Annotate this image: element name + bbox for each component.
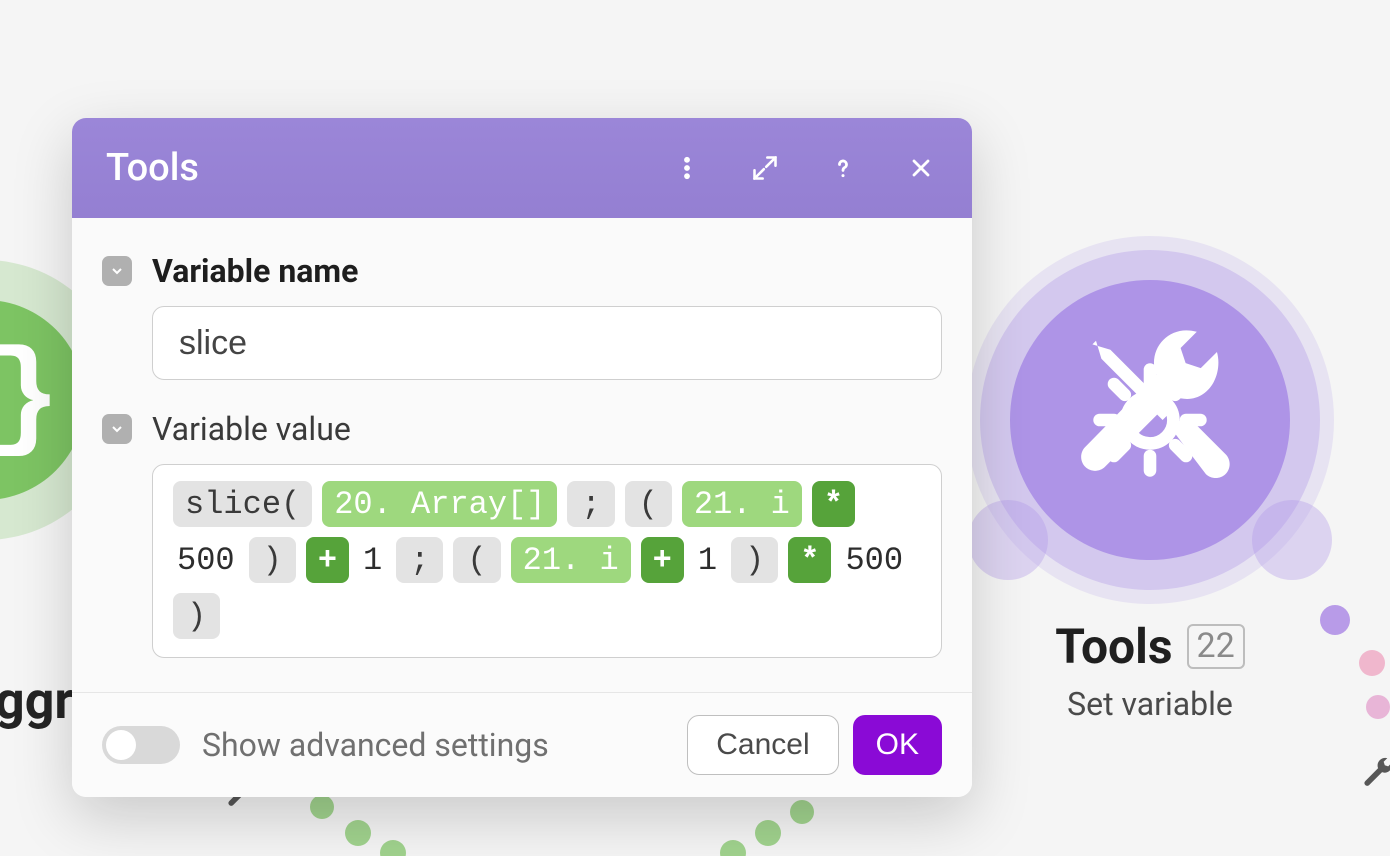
- advanced-settings-toggle[interactable]: [102, 726, 180, 764]
- flow-dot: [1366, 695, 1390, 719]
- expr-token-ref[interactable]: 20. Array[]: [322, 481, 557, 527]
- more-icon[interactable]: [670, 151, 704, 185]
- variable-name-label: Variable name: [152, 252, 358, 290]
- tools-node-circle[interactable]: [1010, 280, 1290, 560]
- collapse-toggle-variable-name[interactable]: [102, 256, 132, 286]
- variable-value-label: Variable value: [152, 410, 351, 448]
- dialog-header: Tools: [72, 118, 972, 218]
- flow-dot: [720, 840, 746, 856]
- dialog-title: Tools: [106, 146, 670, 190]
- variable-name-input[interactable]: [152, 306, 942, 380]
- flow-dot: [310, 795, 334, 819]
- braces-icon: }: [0, 332, 61, 468]
- variable-value-expression[interactable]: slice(20. Array[];(21. i*500)+1;(21. i+1…: [152, 464, 942, 658]
- expand-icon[interactable]: [748, 151, 782, 185]
- help-icon[interactable]: [826, 151, 860, 185]
- tools-icon: [1060, 330, 1240, 510]
- expr-token-op[interactable]: *: [788, 537, 831, 583]
- flow-dot: [345, 820, 371, 846]
- flow-dot: [1359, 650, 1385, 676]
- wrench-icon: [1361, 755, 1390, 798]
- expr-token-par[interactable]: ): [173, 593, 220, 639]
- collapse-toggle-variable-value[interactable]: [102, 414, 132, 444]
- expr-token-ref[interactable]: 21. i: [511, 537, 631, 583]
- expr-token-op[interactable]: +: [641, 537, 684, 583]
- cancel-button[interactable]: Cancel: [687, 715, 838, 775]
- expr-token-op[interactable]: +: [306, 537, 349, 583]
- flow-dot: [755, 820, 781, 846]
- expr-token-op[interactable]: *: [812, 481, 855, 527]
- expr-token-par[interactable]: ): [249, 537, 296, 583]
- expr-token-ref[interactable]: 21. i: [682, 481, 802, 527]
- expr-token-par[interactable]: (: [453, 537, 500, 583]
- flow-dot: [380, 840, 406, 856]
- ok-button[interactable]: OK: [853, 715, 942, 775]
- expr-token-par[interactable]: ): [731, 537, 778, 583]
- expr-token-num[interactable]: 500: [173, 537, 239, 583]
- tools-node-title: Tools: [1055, 618, 1172, 675]
- expr-token-sep[interactable]: ;: [396, 537, 443, 583]
- advanced-settings-label: Show advanced settings: [202, 726, 687, 764]
- tools-node[interactable]: Tools 22 Set variable: [965, 250, 1335, 723]
- tools-node-subtitle: Set variable: [965, 685, 1335, 723]
- flow-dot: [790, 800, 814, 824]
- tools-node-badge: 22: [1187, 624, 1245, 669]
- expr-token-num[interactable]: 500: [841, 537, 907, 583]
- expr-token-num[interactable]: 1: [359, 537, 386, 583]
- expr-token-num[interactable]: 1: [694, 537, 721, 583]
- close-icon[interactable]: [904, 151, 938, 185]
- expr-token-sep[interactable]: ;: [567, 481, 614, 527]
- expr-token-fn[interactable]: slice(: [173, 481, 312, 527]
- tools-dialog: Tools Variable name: [72, 118, 972, 797]
- expr-token-par[interactable]: (: [625, 481, 672, 527]
